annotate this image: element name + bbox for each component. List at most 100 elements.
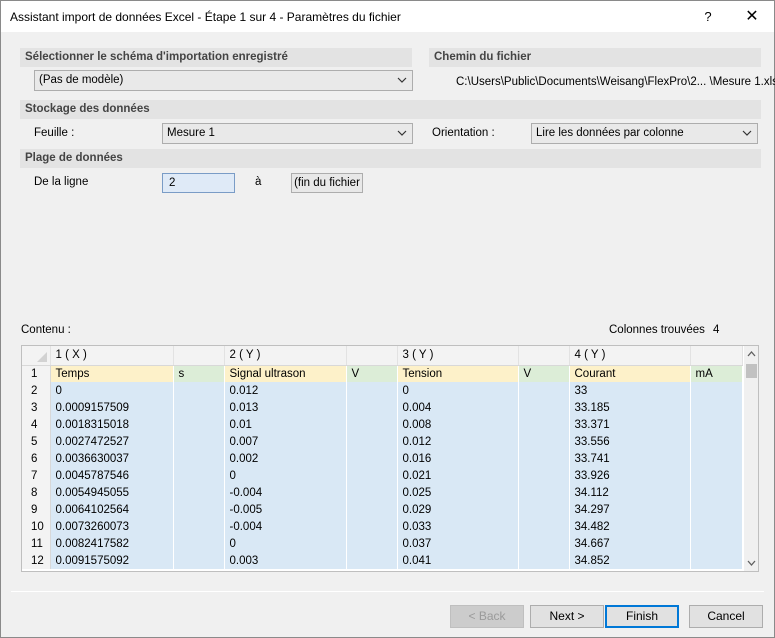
row-number: 8 <box>22 484 51 501</box>
table-cell: -0.004 <box>224 518 347 535</box>
table-cell-unit <box>518 450 570 467</box>
table-cell: 0 <box>224 535 347 552</box>
filepath-value: C:\Users\Public\Documents\Weisang\FlexPr… <box>456 76 775 88</box>
title-bar: Assistant import de données Excel - Étap… <box>1 1 774 32</box>
scroll-down-icon[interactable] <box>747 559 756 567</box>
table-cell-unit <box>173 416 225 433</box>
table-cell-unit <box>518 399 570 416</box>
cancel-button[interactable]: Cancel <box>689 605 763 628</box>
table-cell-unit <box>173 382 225 399</box>
column-header-unit <box>173 346 225 366</box>
column-header[interactable]: 2 ( Y ) <box>224 346 347 366</box>
table-cell-unit <box>346 399 398 416</box>
table-cell-unit <box>690 399 743 416</box>
content-label: Contenu : <box>21 324 71 336</box>
back-button[interactable]: < Back <box>450 605 524 628</box>
scroll-thumb[interactable] <box>746 364 757 378</box>
grid-corner <box>22 346 51 366</box>
table-cell: 0.002 <box>224 450 347 467</box>
close-button[interactable]: ✕ <box>730 1 774 32</box>
row-number: 7 <box>22 467 51 484</box>
chevron-down-icon <box>742 130 752 136</box>
table-cell-unit <box>346 416 398 433</box>
data-preview-table: 1 ( X ) 2 ( Y ) 3 ( Y ) 4 ( Y ) 1 Temps … <box>22 346 743 569</box>
table-cell: 0.008 <box>397 416 519 433</box>
table-cell-unit <box>690 552 743 569</box>
table-cell-unit <box>690 433 743 450</box>
table-cell-unit <box>518 433 570 450</box>
table-cell: 0.0009157509 <box>50 399 174 416</box>
table-cell: 0.0054945055 <box>50 484 174 501</box>
filepath-section-heading: Chemin du fichier <box>429 48 761 67</box>
table-cell: 34.112 <box>569 484 691 501</box>
table-row: 9 0.0064102564 -0.005 0.029 34.297 <box>22 501 743 518</box>
table-cell: 33.741 <box>569 450 691 467</box>
cell-name: Signal ultrason <box>224 365 347 382</box>
column-header-unit <box>346 346 398 366</box>
orientation-select[interactable]: Lire les données par colonne <box>531 123 758 144</box>
row-number: 10 <box>22 518 51 535</box>
table-cell-unit <box>518 535 570 552</box>
table-cell-unit <box>518 416 570 433</box>
table-cell-unit <box>346 450 398 467</box>
table-cell: 0.012 <box>397 433 519 450</box>
table-row: 1 Temps s Signal ultrason V Tension V Co… <box>22 365 743 382</box>
schema-select-value: (Pas de modèle) <box>39 74 124 86</box>
table-row: 4 0.0018315018 0.01 0.008 33.371 <box>22 416 743 433</box>
footer-separator <box>11 591 764 592</box>
from-row-label: De la ligne <box>34 176 89 188</box>
table-cell-unit <box>518 467 570 484</box>
table-cell-unit <box>173 518 225 535</box>
table-row: 7 0.0045787546 0 0.021 33.926 <box>22 467 743 484</box>
table-row: 11 0.0082417582 0 0.037 34.667 <box>22 535 743 552</box>
table-cell: -0.005 <box>224 501 347 518</box>
table-row: 6 0.0036630037 0.002 0.016 33.741 <box>22 450 743 467</box>
from-row-input[interactable]: 2 <box>162 173 235 193</box>
table-cell-unit <box>173 467 225 484</box>
table-cell-unit <box>173 552 225 569</box>
table-cell-unit <box>690 382 743 399</box>
table-cell: 33.371 <box>569 416 691 433</box>
table-cell: 33 <box>569 382 691 399</box>
column-header-unit <box>690 346 743 366</box>
next-button[interactable]: Next > <box>530 605 604 628</box>
table-cell: 34.482 <box>569 518 691 535</box>
table-cell-unit <box>690 518 743 535</box>
help-button[interactable]: ? <box>686 1 730 32</box>
table-cell: 0.029 <box>397 501 519 518</box>
range-section-heading: Plage de données <box>20 149 761 168</box>
finish-button[interactable]: Finish <box>605 605 679 628</box>
schema-select[interactable]: (Pas de modèle) <box>34 70 413 91</box>
scroll-up-icon[interactable] <box>747 350 756 358</box>
table-cell: 0.037 <box>397 535 519 552</box>
schema-section-heading: Sélectionner le schéma d'importation enr… <box>20 48 412 67</box>
table-cell: 0.0027472527 <box>50 433 174 450</box>
table-cell-unit <box>346 535 398 552</box>
table-cell: -0.004 <box>224 484 347 501</box>
table-cell-unit <box>173 535 225 552</box>
table-cell-unit <box>346 552 398 569</box>
end-of-file-button[interactable]: (fin du fichier <box>291 173 363 193</box>
column-header[interactable]: 4 ( Y ) <box>569 346 691 366</box>
orientation-select-value: Lire les données par colonne <box>536 127 684 139</box>
table-cell: 0.0073260073 <box>50 518 174 535</box>
columns-found-label: Colonnes trouvées <box>609 324 705 336</box>
table-cell-unit <box>690 501 743 518</box>
vertical-scrollbar[interactable] <box>744 346 758 571</box>
table-cell-unit <box>346 433 398 450</box>
storage-section-heading: Stockage des données <box>20 100 761 119</box>
sheet-label: Feuille : <box>34 127 75 139</box>
table-cell-unit <box>346 484 398 501</box>
column-header[interactable]: 1 ( X ) <box>50 346 174 366</box>
data-preview-grid[interactable]: 1 ( X ) 2 ( Y ) 3 ( Y ) 4 ( Y ) 1 Temps … <box>21 345 759 572</box>
cell-unit: V <box>346 365 398 382</box>
table-cell: 0 <box>50 382 174 399</box>
table-cell-unit <box>690 467 743 484</box>
column-header[interactable]: 3 ( Y ) <box>397 346 519 366</box>
table-cell-unit <box>173 501 225 518</box>
sheet-select[interactable]: Mesure 1 <box>162 123 413 144</box>
table-cell-unit <box>173 450 225 467</box>
cell-unit: s <box>173 365 225 382</box>
table-cell: 0.01 <box>224 416 347 433</box>
table-cell: 0.013 <box>224 399 347 416</box>
